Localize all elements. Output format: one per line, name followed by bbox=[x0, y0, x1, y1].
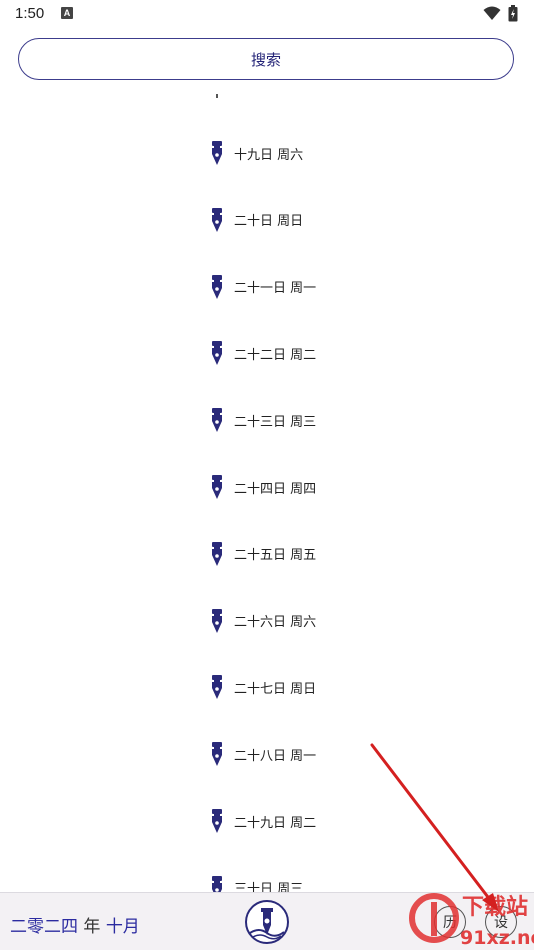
day-label: 二十六日 周六 bbox=[234, 615, 317, 631]
day-list-item[interactable]: 二十五日 周五 bbox=[210, 541, 316, 567]
fountain-pen-icon bbox=[212, 541, 222, 566]
day-list-item[interactable]: 二十八日 周一 bbox=[210, 741, 316, 767]
status-bar: 1:50 A bbox=[0, 0, 534, 28]
fountain-pen-icon bbox=[212, 675, 222, 700]
fountain-pen-icon bbox=[212, 809, 222, 833]
search-label: 搜索 bbox=[250, 50, 281, 69]
fountain-pen-icon bbox=[212, 875, 222, 892]
app-logo-button[interactable] bbox=[244, 899, 290, 945]
settings-button-label: 设 bbox=[494, 915, 508, 931]
status-time: 1:50 bbox=[15, 5, 45, 22]
day-list[interactable]: 十九日 周六 二十日 周日 二十一日 周一 二十二日 周二 二十三日 周三 二十四日 周四… bbox=[0, 84, 534, 892]
fountain-pen-icon bbox=[212, 341, 222, 366]
fountain-pen-icon bbox=[212, 274, 222, 299]
day-label: 二十四日 周四 bbox=[234, 481, 317, 497]
day-label: 二十三日 周三 bbox=[234, 414, 317, 430]
fountain-pen-icon bbox=[212, 742, 222, 767]
fountain-pen-icon bbox=[212, 408, 222, 433]
year-suffix: 年 bbox=[83, 917, 101, 937]
scroll-remnant bbox=[216, 94, 218, 98]
day-list-item[interactable]: 三十日 周三 bbox=[210, 875, 303, 892]
history-button[interactable]: 历 bbox=[434, 906, 466, 938]
day-label: 二十日 周日 bbox=[234, 214, 304, 230]
day-label: 二十二日 周二 bbox=[234, 347, 317, 363]
fountain-pen-icon bbox=[212, 207, 222, 232]
fountain-pen-icon bbox=[212, 475, 222, 499]
day-label: 二十八日 周一 bbox=[234, 748, 317, 764]
bottom-bar: 二零二四 年 十月 历 设 bbox=[0, 892, 534, 950]
fountain-pen-icon bbox=[212, 608, 222, 633]
history-button-label: 历 bbox=[443, 915, 457, 931]
day-list-item[interactable]: 二十三日 周三 bbox=[210, 407, 316, 433]
wifi-icon bbox=[483, 6, 501, 20]
day-list-item[interactable]: 二十四日 周四 bbox=[210, 474, 316, 500]
day-list-item[interactable]: 二十七日 周日 bbox=[210, 674, 316, 700]
day-list-item[interactable]: 二十一日 周一 bbox=[210, 274, 316, 300]
day-label: 二十九日 周二 bbox=[234, 815, 317, 831]
day-list-item[interactable]: 二十日 周日 bbox=[210, 207, 303, 233]
search-button[interactable]: 搜索 bbox=[18, 38, 514, 80]
year-value: 二零二四 bbox=[10, 917, 78, 937]
day-label: 十九日 周六 bbox=[234, 147, 304, 163]
day-label: 二十五日 周五 bbox=[234, 548, 317, 564]
day-list-item[interactable]: 二十六日 周六 bbox=[210, 608, 316, 634]
day-label: 三十日 周三 bbox=[234, 882, 304, 892]
day-list-item[interactable]: 二十九日 周二 bbox=[210, 808, 316, 834]
day-list-item[interactable]: 二十二日 周二 bbox=[210, 340, 316, 366]
settings-button[interactable]: 设 bbox=[485, 906, 517, 938]
fountain-pen-icon bbox=[212, 141, 222, 165]
current-month-label[interactable]: 二零二四 年 十月 bbox=[10, 912, 140, 937]
battery-icon bbox=[508, 5, 518, 22]
day-label: 二十一日 周一 bbox=[234, 281, 317, 297]
day-label: 二十七日 周日 bbox=[234, 681, 317, 697]
month-value: 十月 bbox=[105, 917, 140, 937]
notification-icon: A bbox=[61, 7, 73, 19]
day-list-item[interactable]: 十九日 周六 bbox=[210, 140, 303, 166]
